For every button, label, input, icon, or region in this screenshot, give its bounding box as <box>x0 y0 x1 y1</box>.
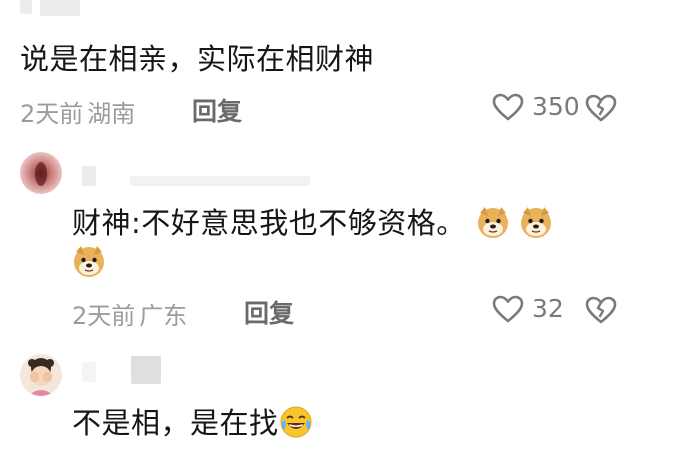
doge-emoji <box>72 244 106 278</box>
comment-location: 广东 <box>139 302 188 330</box>
like-count: 32 <box>532 294 564 323</box>
like-button[interactable]: 32 <box>492 294 564 323</box>
avatar[interactable] <box>20 152 62 194</box>
comment-time: 2天前 <box>72 302 136 330</box>
comment-text-line: 不是相，是在找 <box>72 406 279 440</box>
blurred-username <box>130 176 310 186</box>
laugh-cry-emoji <box>279 405 313 439</box>
comment-text-line: 财神:不好意思我也不够资格。 <box>72 206 466 240</box>
blurred-username <box>82 362 96 382</box>
comment-item: 财神:不好意思我也不够资格。 2天前 广东 回复 32 <box>0 140 676 340</box>
comment-location: 湖南 <box>87 100 136 128</box>
heart-outline-icon <box>492 93 524 121</box>
comment-item: 说是在相亲，实际在相财神 2天前 湖南 回复 350 <box>0 0 676 140</box>
avatar[interactable] <box>20 354 62 396</box>
comment-text: 说是在相亲，实际在相财神 <box>20 42 375 76</box>
blurred-username <box>131 356 161 384</box>
comment-meta: 2天前 广东 <box>72 296 187 331</box>
heart-outline-icon <box>492 295 524 323</box>
reply-button[interactable]: 回复 <box>192 92 242 128</box>
comment-text: 财神:不好意思我也不够资格。 <box>72 204 553 242</box>
comment-meta: 2天前 湖南 <box>20 94 135 129</box>
comment-item: 不是相，是在找 <box>0 340 676 453</box>
doge-emoji <box>476 205 510 239</box>
blurred-username <box>82 166 96 186</box>
comment-text: 不是相，是在找 <box>72 404 313 442</box>
doge-emoji <box>519 205 553 239</box>
reply-button[interactable]: 回复 <box>244 294 294 330</box>
comment-time: 2天前 <box>20 100 84 128</box>
like-count: 350 <box>532 92 580 121</box>
like-button[interactable]: 350 <box>492 92 580 121</box>
broken-heart-icon[interactable] <box>585 296 617 328</box>
comment-text-line-2 <box>72 244 106 278</box>
broken-heart-icon[interactable] <box>585 94 617 126</box>
